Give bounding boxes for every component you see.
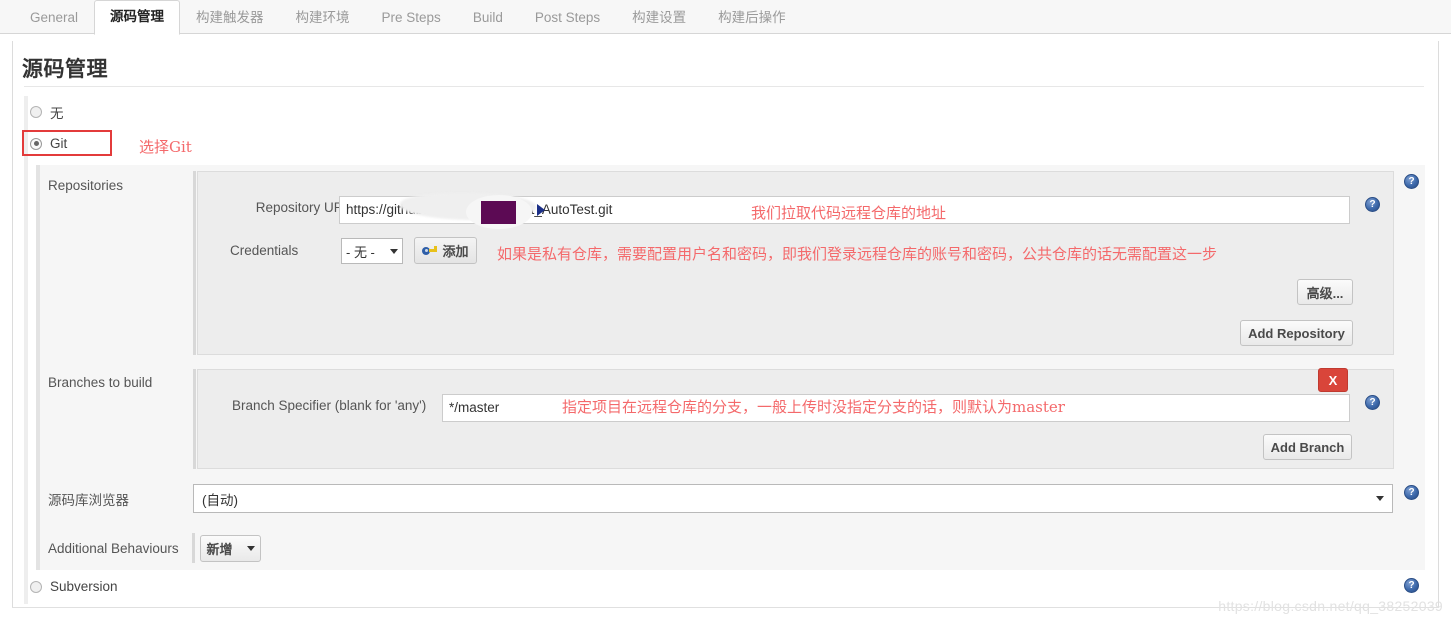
scm-option-none-label: 无 <box>50 106 64 121</box>
add-behaviour-button[interactable]: 新增 <box>200 535 261 562</box>
repository-browser-select[interactable]: (自动) <box>193 484 1393 513</box>
radio-none[interactable] <box>30 106 42 118</box>
branches-to-build-label: Branches to build <box>48 375 153 390</box>
tab-pre-steps[interactable]: Pre Steps <box>366 1 457 34</box>
scm-option-none[interactable]: 无 <box>30 102 64 122</box>
tab-build-settings[interactable]: 构建设置 <box>616 1 702 34</box>
tab-post-build-actions[interactable]: 构建后操作 <box>702 1 802 34</box>
tab-build-triggers[interactable]: 构建触发器 <box>180 1 280 34</box>
radio-subversion[interactable] <box>30 580 42 593</box>
help-icon-repository-browser[interactable]: ? <box>1404 485 1419 500</box>
chevron-down-icon <box>1376 496 1384 501</box>
branch-specifier-label: Branch Specifier (blank for 'any') <box>232 398 427 413</box>
advanced-button[interactable]: 高级... <box>1297 279 1353 305</box>
add-credentials-button[interactable]: 添加 <box>414 237 477 264</box>
config-tabs: General 源码管理 构建触发器 构建环境 Pre Steps Build … <box>14 0 802 35</box>
repositories-label: Repositories <box>48 178 124 193</box>
repository-browser-label: 源码库浏览器 <box>48 493 129 508</box>
chevron-down-icon <box>390 248 398 254</box>
scm-option-git[interactable]: Git <box>30 136 67 151</box>
scm-left-rail <box>24 96 28 604</box>
credentials-label: Credentials <box>230 243 299 258</box>
repositories-panel-rail <box>193 171 196 355</box>
tab-build[interactable]: Build <box>457 1 519 34</box>
help-icon-repositories[interactable]: ? <box>1404 174 1419 189</box>
url-redaction-block <box>481 201 516 224</box>
annotation-branch: 指定项目在远程仓库的分支，一般上传时没指定分支的话，则默认为master <box>562 398 1065 416</box>
additional-behaviours-label: Additional Behaviours <box>48 541 179 556</box>
page-title: 源码管理 <box>22 58 108 81</box>
credentials-selected-value: - 无 - <box>346 244 375 260</box>
additional-behaviours-rail <box>192 533 195 563</box>
watermark: https://blog.csdn.net/qq_38252039 <box>1218 598 1443 614</box>
tab-build-environment[interactable]: 构建环境 <box>280 1 366 34</box>
annotation-select-git: 选择Git <box>139 138 192 156</box>
scm-option-subversion-label: Subversion <box>50 579 118 594</box>
tab-source-code-management[interactable]: 源码管理 <box>94 0 181 35</box>
repository-browser-selected-value: (自动) <box>202 492 238 508</box>
radio-git[interactable] <box>30 137 42 150</box>
chevron-down-icon <box>246 546 255 551</box>
add-credentials-label: 添加 <box>442 244 469 259</box>
delete-branch-button[interactable]: X <box>1318 368 1348 392</box>
add-branch-button[interactable]: Add Branch <box>1263 434 1352 460</box>
annotation-repository-url: 我们拉取代码远程仓库的地址 <box>751 204 947 222</box>
branches-panel-rail <box>193 369 196 469</box>
help-icon-branch-specifier[interactable]: ? <box>1365 395 1380 410</box>
add-repository-button[interactable]: Add Repository <box>1240 320 1353 346</box>
credentials-select[interactable]: - 无 - <box>341 238 403 264</box>
scm-option-subversion[interactable]: Subversion <box>30 579 118 594</box>
url-redaction-arrow <box>537 204 545 216</box>
annotation-credentials: 如果是私有仓库，需要配置用户名和密码，即我们登录远程仓库的账号和密码，公共仓库的… <box>497 245 1218 263</box>
tab-post-steps[interactable]: Post Steps <box>519 1 616 34</box>
help-icon-subversion[interactable]: ? <box>1404 578 1419 593</box>
scm-option-git-label: Git <box>50 136 68 151</box>
config-tabbar: General 源码管理 构建触发器 构建环境 Pre Steps Build … <box>0 0 1451 35</box>
add-behaviour-label: 新增 <box>206 542 233 557</box>
repository-url-label: Repository URL <box>255 200 351 215</box>
tab-general[interactable]: General <box>14 1 94 34</box>
help-icon-repository-url[interactable]: ? <box>1365 197 1380 212</box>
key-icon <box>422 245 438 256</box>
title-divider <box>24 86 1424 87</box>
git-config-rail <box>36 165 40 570</box>
jenkins-scm-config-page: General 源码管理 构建触发器 构建环境 Pre Steps Build … <box>0 0 1451 620</box>
